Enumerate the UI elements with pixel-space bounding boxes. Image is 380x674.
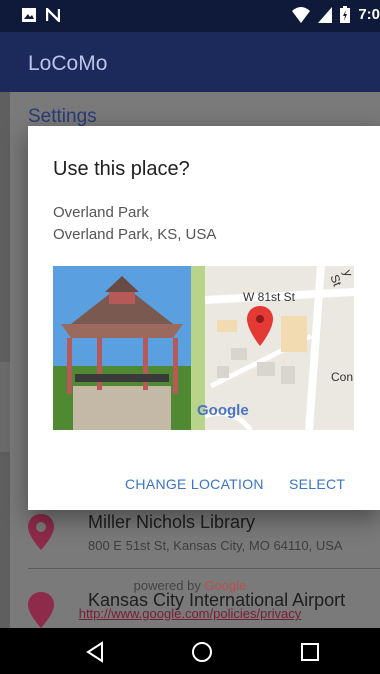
recent-apps-icon[interactable] <box>298 640 322 664</box>
use-place-dialog: Use this place? Overland Park Overland P… <box>28 126 380 510</box>
powered-by-text: powered by <box>133 578 201 593</box>
place-address: Overland Park, KS, USA <box>53 226 217 243</box>
powered-by-google: powered by Google <box>0 578 380 593</box>
divider <box>28 568 380 569</box>
image-icon <box>22 8 36 22</box>
place-name: Overland Park <box>53 204 149 221</box>
home-icon[interactable] <box>190 640 214 664</box>
google-logo: Google <box>197 402 249 419</box>
privacy-policy-link[interactable]: http://www.google.com/policies/privacy <box>0 606 380 621</box>
side-strip <box>0 92 10 628</box>
wifi-icon <box>292 6 311 23</box>
location-map[interactable]: W 81st St Con y St Google <box>191 266 354 430</box>
signal-icon <box>318 6 333 23</box>
map-street-label: Con <box>331 370 354 384</box>
n-icon <box>46 8 60 22</box>
battery-icon <box>340 6 351 23</box>
change-location-button[interactable]: CHANGE LOCATION <box>125 476 264 492</box>
status-time: 7:0 <box>358 6 380 23</box>
location-pin-icon <box>28 514 54 550</box>
select-button[interactable]: SELECT <box>289 476 345 492</box>
navigation-bar <box>0 628 380 674</box>
settings-heading: Settings <box>28 106 97 127</box>
map-marker-icon <box>247 306 273 346</box>
app-bar: LoCoMo <box>0 32 380 92</box>
powered-by-brand: Google <box>204 578 247 593</box>
app-title: LoCoMo <box>28 52 108 75</box>
dialog-title: Use this place? <box>53 158 190 180</box>
result-address: 800 E 51st St, Kansas City, MO 64110, US… <box>88 538 343 553</box>
map-street-label: W 81st St <box>243 290 296 304</box>
back-icon[interactable] <box>84 640 108 664</box>
result-name: Miller Nichols Library <box>88 512 256 532</box>
status-bar: 7:0 <box>0 0 380 32</box>
place-photo <box>53 266 191 430</box>
